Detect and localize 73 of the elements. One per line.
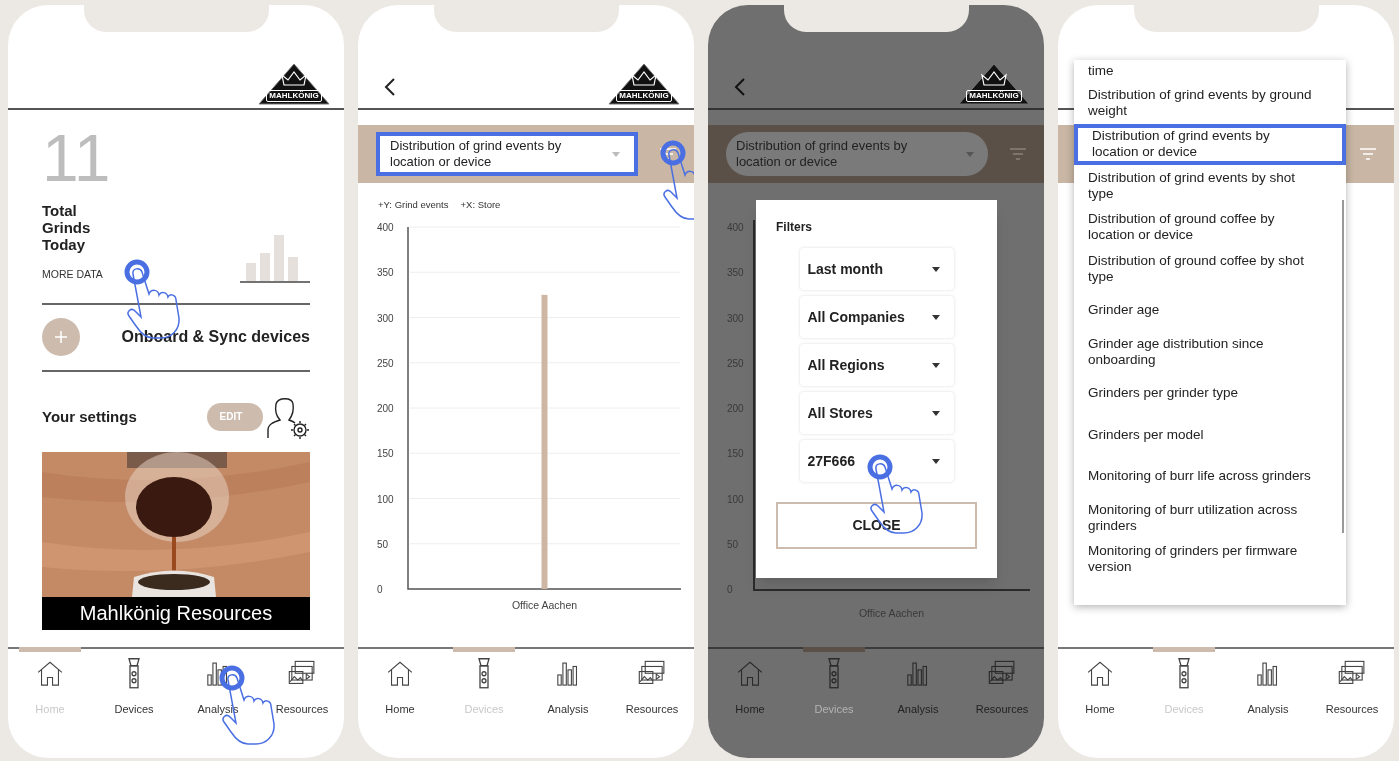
grinder-icon (478, 658, 490, 689)
dialog-title: Filters (776, 219, 813, 236)
caret-icon (931, 362, 940, 368)
plus-icon (54, 330, 68, 345)
nav-tab[interactable]: Resources (621, 647, 683, 717)
caret-icon (966, 151, 974, 157)
logo-text: MAHLKÖNIG (616, 90, 672, 102)
dropdown-option[interactable]: Distribution of grind events by ground weight (1074, 82, 1346, 124)
add-button[interactable] (42, 318, 80, 357)
tick-label: 300 (377, 312, 394, 324)
nav-tab[interactable]: Resources (271, 647, 333, 717)
caret-icon (931, 314, 940, 320)
stat-label: Total Grinds Today (42, 202, 92, 253)
dropdown-option[interactable]: Monitoring of grinders per firmware version (1074, 538, 1346, 580)
card-caption: Mahlkönig Resources (42, 596, 310, 630)
dropdown-option[interactable]: Grinders per model (1074, 414, 1346, 456)
tick-label: 150 (377, 448, 394, 460)
dropdown-option[interactable]: Monitoring of burr life across grinders (1074, 455, 1346, 497)
tick-label: 100 (377, 493, 394, 505)
tick-label: 200 (377, 403, 394, 414)
crown-logo (258, 63, 330, 105)
nav-tab[interactable]: Home (1069, 647, 1131, 717)
dropdown-option[interactable]: Distribution of grind events by shot type (1074, 165, 1346, 207)
filter-icon (1359, 147, 1377, 161)
tick-label: 0 (377, 584, 383, 595)
filter-select[interactable]: Last month (799, 248, 954, 290)
report-select[interactable]: Distribution of grind events by location or device (376, 132, 638, 176)
nav-tab[interactable]: Home (369, 647, 431, 717)
tick-label: 250 (377, 357, 394, 369)
dropdown-option[interactable]: time (1074, 60, 1346, 82)
filter-select[interactable]: All Stores (799, 392, 954, 434)
filter-select[interactable]: All Regions (799, 344, 954, 386)
grind-count: 11 (42, 130, 112, 186)
dropdown-option[interactable]: Grinder age distribution since onboarding (1074, 331, 1346, 373)
nav-tab[interactable]: Analysis (1237, 647, 1299, 717)
dropdown-option[interactable]: Grinders per grinder type (1074, 372, 1346, 414)
caret-icon (931, 410, 940, 416)
y-axis-label: +Y: Grind events (378, 199, 449, 211)
caret-icon (931, 458, 940, 464)
nav-tab[interactable]: Analysis (537, 647, 599, 717)
dropdown-option[interactable]: Monitoring of burr utilization across grinders (1074, 497, 1346, 539)
x-axis-label: +X: Store (460, 199, 501, 211)
grinder-icon (1178, 658, 1190, 689)
dropdown-option[interactable]: Grinder age (1074, 289, 1346, 331)
tick-label: 50 (377, 538, 389, 550)
crown-logo (608, 63, 680, 105)
tick-label: 350 (377, 267, 394, 279)
filter-icon (659, 147, 677, 161)
report-select[interactable]: Distribution of grind events by location or device (726, 132, 988, 176)
tick-label: 400 (377, 222, 394, 233)
scrollbar[interactable] (1342, 200, 1344, 533)
caret-icon (612, 151, 620, 157)
more-data-link[interactable]: MORE DATA (42, 267, 112, 283)
filter-select[interactable]: All Companies (799, 296, 954, 338)
logo-text: MAHLKÖNIG (266, 90, 322, 102)
filter-select[interactable]: 27F666 (799, 440, 954, 482)
filter-icon (1009, 147, 1027, 161)
crown-logo (958, 63, 1030, 105)
dropdown-option[interactable]: Distribution of ground coffee by location or device (1074, 206, 1346, 248)
nav-tab[interactable]: Resources (1321, 647, 1383, 717)
onboard-label: Onboard & Sync devices (121, 327, 310, 348)
resources-card[interactable]: Mahlkönig Resources (42, 451, 310, 630)
nav-tab[interactable]: Devices (103, 647, 165, 717)
dropdown-option[interactable]: Distribution of ground coffee by shot type (1074, 248, 1346, 290)
settings-title: Your settings (42, 406, 137, 427)
grinder-icon (128, 658, 140, 689)
bar-chart-icon (240, 232, 310, 283)
logo-text: MAHLKÖNIG (966, 90, 1022, 102)
caret-icon (931, 266, 940, 272)
category-label: Office Aachen (511, 599, 578, 611)
back-button[interactable] (384, 77, 396, 97)
dropdown-option[interactable]: Distribution of grind events by location or device (1074, 123, 1346, 165)
grinder-icon (828, 658, 840, 689)
